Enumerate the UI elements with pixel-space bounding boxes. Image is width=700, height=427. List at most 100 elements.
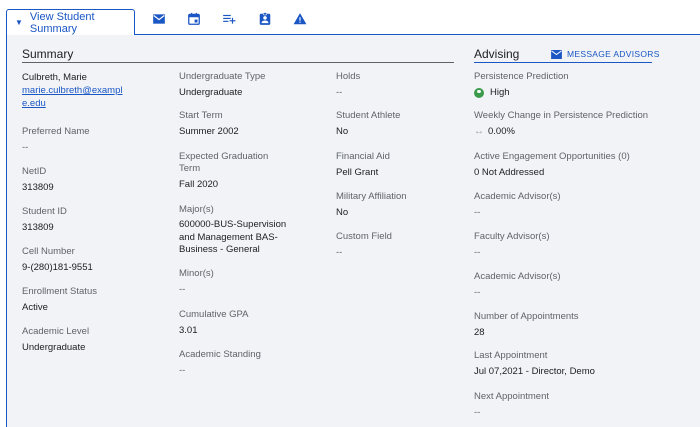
field-label: Financial Aid [336, 151, 390, 162]
field-label: Student ID [22, 206, 67, 217]
field-label: Persistence Prediction [474, 71, 569, 82]
field-value: -- [336, 87, 343, 98]
field-label: Major(s) [179, 204, 214, 215]
field-label: Cumulative GPA [179, 309, 249, 320]
field-label: Academic Advisor(s) [474, 271, 561, 282]
field-value: 3.01 [179, 325, 198, 336]
assignment-ind-icon[interactable] [258, 12, 272, 26]
field-value: -- [179, 365, 186, 376]
next-appointment-field: Next Appointment -- [474, 391, 694, 419]
academic-advisor-field: Academic Advisor(s) -- [474, 271, 694, 299]
field-value: -- [474, 407, 481, 418]
field-label: Academic Standing [179, 349, 261, 360]
field-label: Active Engagement Opportunities (0) [474, 151, 630, 162]
academic-level-field: Academic Level Undergraduate [22, 326, 172, 354]
field-value: 0 Not Addressed [474, 167, 545, 178]
field-label: Military Affiliation [336, 191, 407, 202]
field-value: 313809 [22, 182, 54, 193]
holds-field: Holds -- [336, 71, 486, 99]
field-value: -- [22, 142, 29, 153]
field-label: Academic Level [22, 326, 90, 337]
student-athlete-field: Student Athlete No [336, 110, 486, 138]
student-email-link[interactable]: marie.culbreth@exampl e.edu [22, 84, 172, 110]
military-affiliation-field: Military Affiliation No [336, 191, 486, 219]
field-label: Minor(s) [179, 268, 214, 279]
student-id-field: Student ID 313809 [22, 206, 172, 234]
advising-title: Advising [474, 47, 520, 61]
field-label: Term [179, 163, 201, 174]
field-label: Next Appointment [474, 391, 549, 402]
minors-field: Minor(s) -- [179, 268, 329, 296]
enrollment-status-field: Enrollment Status Active [22, 286, 172, 314]
field-value: Summer 2002 [179, 126, 239, 137]
playlist-add-icon[interactable] [222, 12, 236, 26]
major-line: 600000-BUS-Supervision [179, 219, 287, 230]
persistence-value: High [490, 87, 510, 98]
field-label: Number of Appointments [474, 311, 579, 322]
email-line-1: marie.culbreth@exampl [22, 85, 123, 96]
email-line-2: e.edu [22, 98, 46, 109]
field-value: Active [22, 302, 48, 313]
mail-icon [551, 49, 562, 59]
summary-title: Summary [22, 47, 74, 61]
undergraduate-type-field: Undergraduate Type Undergraduate [179, 71, 329, 99]
cumulative-gpa-field: Cumulative GPA 3.01 [179, 309, 329, 337]
start-term-field: Start Term Summer 2002 [179, 110, 329, 138]
field-value: Undergraduate [179, 87, 243, 98]
field-label: Expected Graduation [179, 151, 269, 162]
preferred-name-field: Preferred Name -- [22, 126, 172, 154]
field-label: Preferred Name [22, 126, 90, 137]
cell-number-field: Cell Number 9-(280)181-9551 [22, 246, 172, 274]
netid-field: NetID 313809 [22, 166, 172, 194]
field-value: ↔ 0.00% [474, 125, 694, 138]
weekly-change-value: 0.00% [488, 126, 515, 137]
major-line: and Management BAS- [179, 231, 278, 243]
financial-aid-field: Financial Aid Pell Grant [336, 151, 486, 179]
academic-advisor-field: Academic Advisor(s) -- [474, 191, 694, 219]
student-name: Culbreth, Marie [22, 72, 87, 83]
last-appointment-field: Last Appointment Jul 07,2021 - Director,… [474, 350, 694, 378]
field-value: -- [474, 287, 481, 298]
student-name-field: Culbreth, Marie marie.culbreth@exampl e.… [22, 71, 172, 110]
field-label: Weekly Change in Persistence Prediction [474, 110, 649, 121]
custom-field: Custom Field -- [336, 231, 486, 259]
field-label: Cell Number [22, 246, 75, 257]
field-label: Enrollment Status [22, 286, 97, 297]
field-label: Faculty Advisor(s) [474, 231, 550, 242]
academic-standing-field: Academic Standing -- [179, 349, 329, 377]
field-label: Holds [336, 71, 361, 82]
persistence-prediction-field: Persistence Prediction High [474, 71, 694, 99]
field-value: -- [179, 284, 186, 295]
majors-field: Major(s) 600000-BUS-Supervision and Mana… [179, 204, 329, 257]
faculty-advisor-field: Faculty Advisor(s) -- [474, 231, 694, 259]
warning-icon[interactable] [293, 12, 307, 26]
field-value: -- [474, 247, 481, 258]
field-value: Pell Grant [336, 167, 379, 178]
mail-icon[interactable] [152, 12, 166, 26]
arrows-horizontal-icon: ↔ [474, 126, 484, 137]
field-label: Custom Field [336, 231, 392, 242]
message-advisors-label: MESSAGE ADVISORS [567, 49, 660, 59]
field-label: Student Athlete [336, 110, 401, 121]
field-value: High [474, 86, 694, 99]
expected-graduation-field: Expected Graduation Term Fall 2020 [179, 151, 329, 191]
number-of-appointments-field: Number of Appointments 28 [474, 311, 694, 339]
field-value: Fall 2020 [179, 179, 219, 190]
calendar-icon[interactable] [187, 12, 201, 26]
field-label: Academic Advisor(s) [474, 191, 561, 202]
field-value: Undergraduate [22, 342, 86, 353]
advising-divider [474, 62, 652, 63]
tab-view-student-summary[interactable]: ▼ View Student Summary [6, 9, 135, 35]
field-label: NetID [22, 166, 47, 177]
field-value: 600000-BUS-Supervision and Management BA… [179, 219, 329, 257]
field-value: 28 [474, 327, 485, 338]
field-value: 9-(280)181-9551 [22, 262, 93, 273]
field-label: Start Term [179, 110, 223, 121]
person-status-icon [474, 87, 484, 98]
message-advisors-button[interactable]: MESSAGE ADVISORS [551, 48, 660, 60]
field-value: -- [336, 247, 343, 258]
engagement-opportunities-field: Active Engagement Opportunities (0) 0 No… [474, 151, 694, 179]
field-label: Last Appointment [474, 350, 548, 361]
weekly-change-field: Weekly Change in Persistence Prediction … [474, 110, 694, 138]
major-line: Business - General [179, 244, 260, 255]
